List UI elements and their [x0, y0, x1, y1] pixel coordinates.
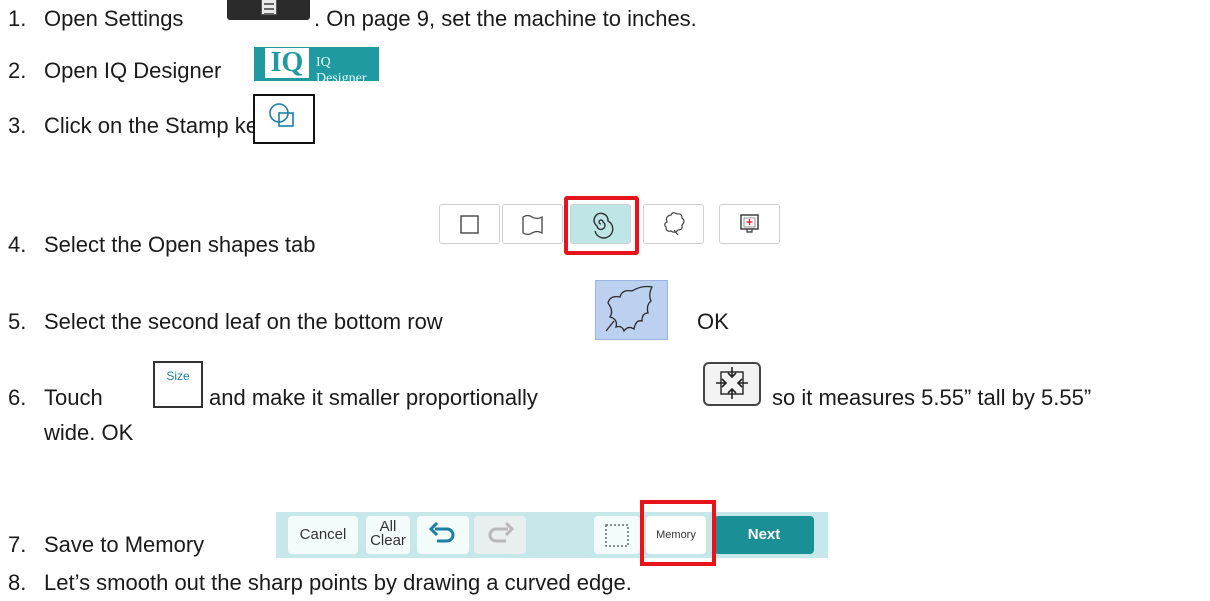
all-clear-button[interactable]: All Clear: [366, 516, 410, 554]
step-number: 6.: [8, 385, 27, 410]
iq-logo: IQ: [265, 48, 309, 78]
step-number: 7.: [8, 532, 27, 557]
step-number: 5.: [8, 309, 27, 334]
shrink-proportional-icon: [716, 367, 748, 399]
iq-toolbar: Cancel All Clear Memory Next: [276, 512, 828, 558]
tab-square-shapes[interactable]: [439, 204, 500, 244]
step-text: Select the Open shapes tab: [44, 232, 316, 257]
flower-icon: [664, 212, 685, 236]
size-button[interactable]: Size: [153, 361, 203, 408]
square-shape-icon: [460, 215, 479, 234]
shrink-proportional-button[interactable]: [703, 362, 761, 406]
ok-text: OK: [697, 309, 729, 334]
settings-icon[interactable]: [227, 0, 310, 20]
step-text: Click on the Stamp key: [44, 113, 269, 138]
step-text: Select the second leaf on the bottom row: [44, 309, 443, 334]
tab-wave-frames[interactable]: [502, 204, 563, 244]
select-area-button[interactable]: [594, 516, 640, 554]
redo-button[interactable]: [474, 516, 526, 554]
undo-icon: [428, 521, 455, 543]
tab-flower-shapes[interactable]: [643, 204, 704, 244]
open-shapes-highlight: [564, 196, 639, 255]
screen-add-icon: [740, 214, 759, 233]
step-number: 2.: [8, 58, 27, 83]
step-text: Open Settings: [44, 6, 184, 31]
step-number: 8.: [8, 570, 27, 595]
memory-highlight: [640, 500, 716, 566]
leaf-shape-button[interactable]: [595, 280, 668, 340]
redo-icon: [488, 521, 515, 543]
step-number: 3.: [8, 113, 27, 138]
step-text: Open IQ Designer: [44, 58, 222, 83]
step-text: . On page 9, set the machine to inches.: [314, 6, 697, 31]
step-number: 1.: [8, 6, 27, 31]
step-1-continued: . On page 9, set the machine to inches.: [314, 6, 697, 32]
step-6-middle: and make it smaller proportionally: [209, 385, 538, 411]
size-label: Size: [166, 369, 190, 383]
step-5-ok: OK: [697, 309, 729, 335]
step-text: Touch: [44, 385, 103, 410]
step-text: Save to Memory: [44, 532, 205, 557]
dotted-select-icon: [605, 524, 629, 547]
step-text: Let’s smooth out the sharp points by dra…: [44, 570, 632, 595]
stamp-key-button[interactable]: [253, 94, 315, 144]
cancel-button[interactable]: Cancel: [288, 516, 358, 554]
wave-frame-icon: [522, 214, 543, 236]
step-text: and make it smaller proportionally: [209, 385, 538, 410]
step-6-end: so it measures 5.55” tall by 5.55”: [772, 385, 1091, 411]
iq-designer-button[interactable]: IQ IQ Designer: [254, 47, 379, 86]
undo-button[interactable]: [417, 516, 469, 554]
next-button[interactable]: Next: [714, 516, 814, 554]
all-clear-label-2: Clear: [370, 532, 406, 549]
tab-screen-add[interactable]: [719, 204, 780, 244]
step-text: so it measures 5.55” tall by 5.55”: [772, 385, 1092, 410]
stamp-shapes-icon: [269, 103, 294, 127]
leaf-outline-icon: [605, 285, 653, 333]
iq-designer-label: IQ Designer: [316, 55, 367, 86]
step-text: wide. OK: [44, 420, 134, 445]
step-number: 4.: [8, 232, 27, 257]
